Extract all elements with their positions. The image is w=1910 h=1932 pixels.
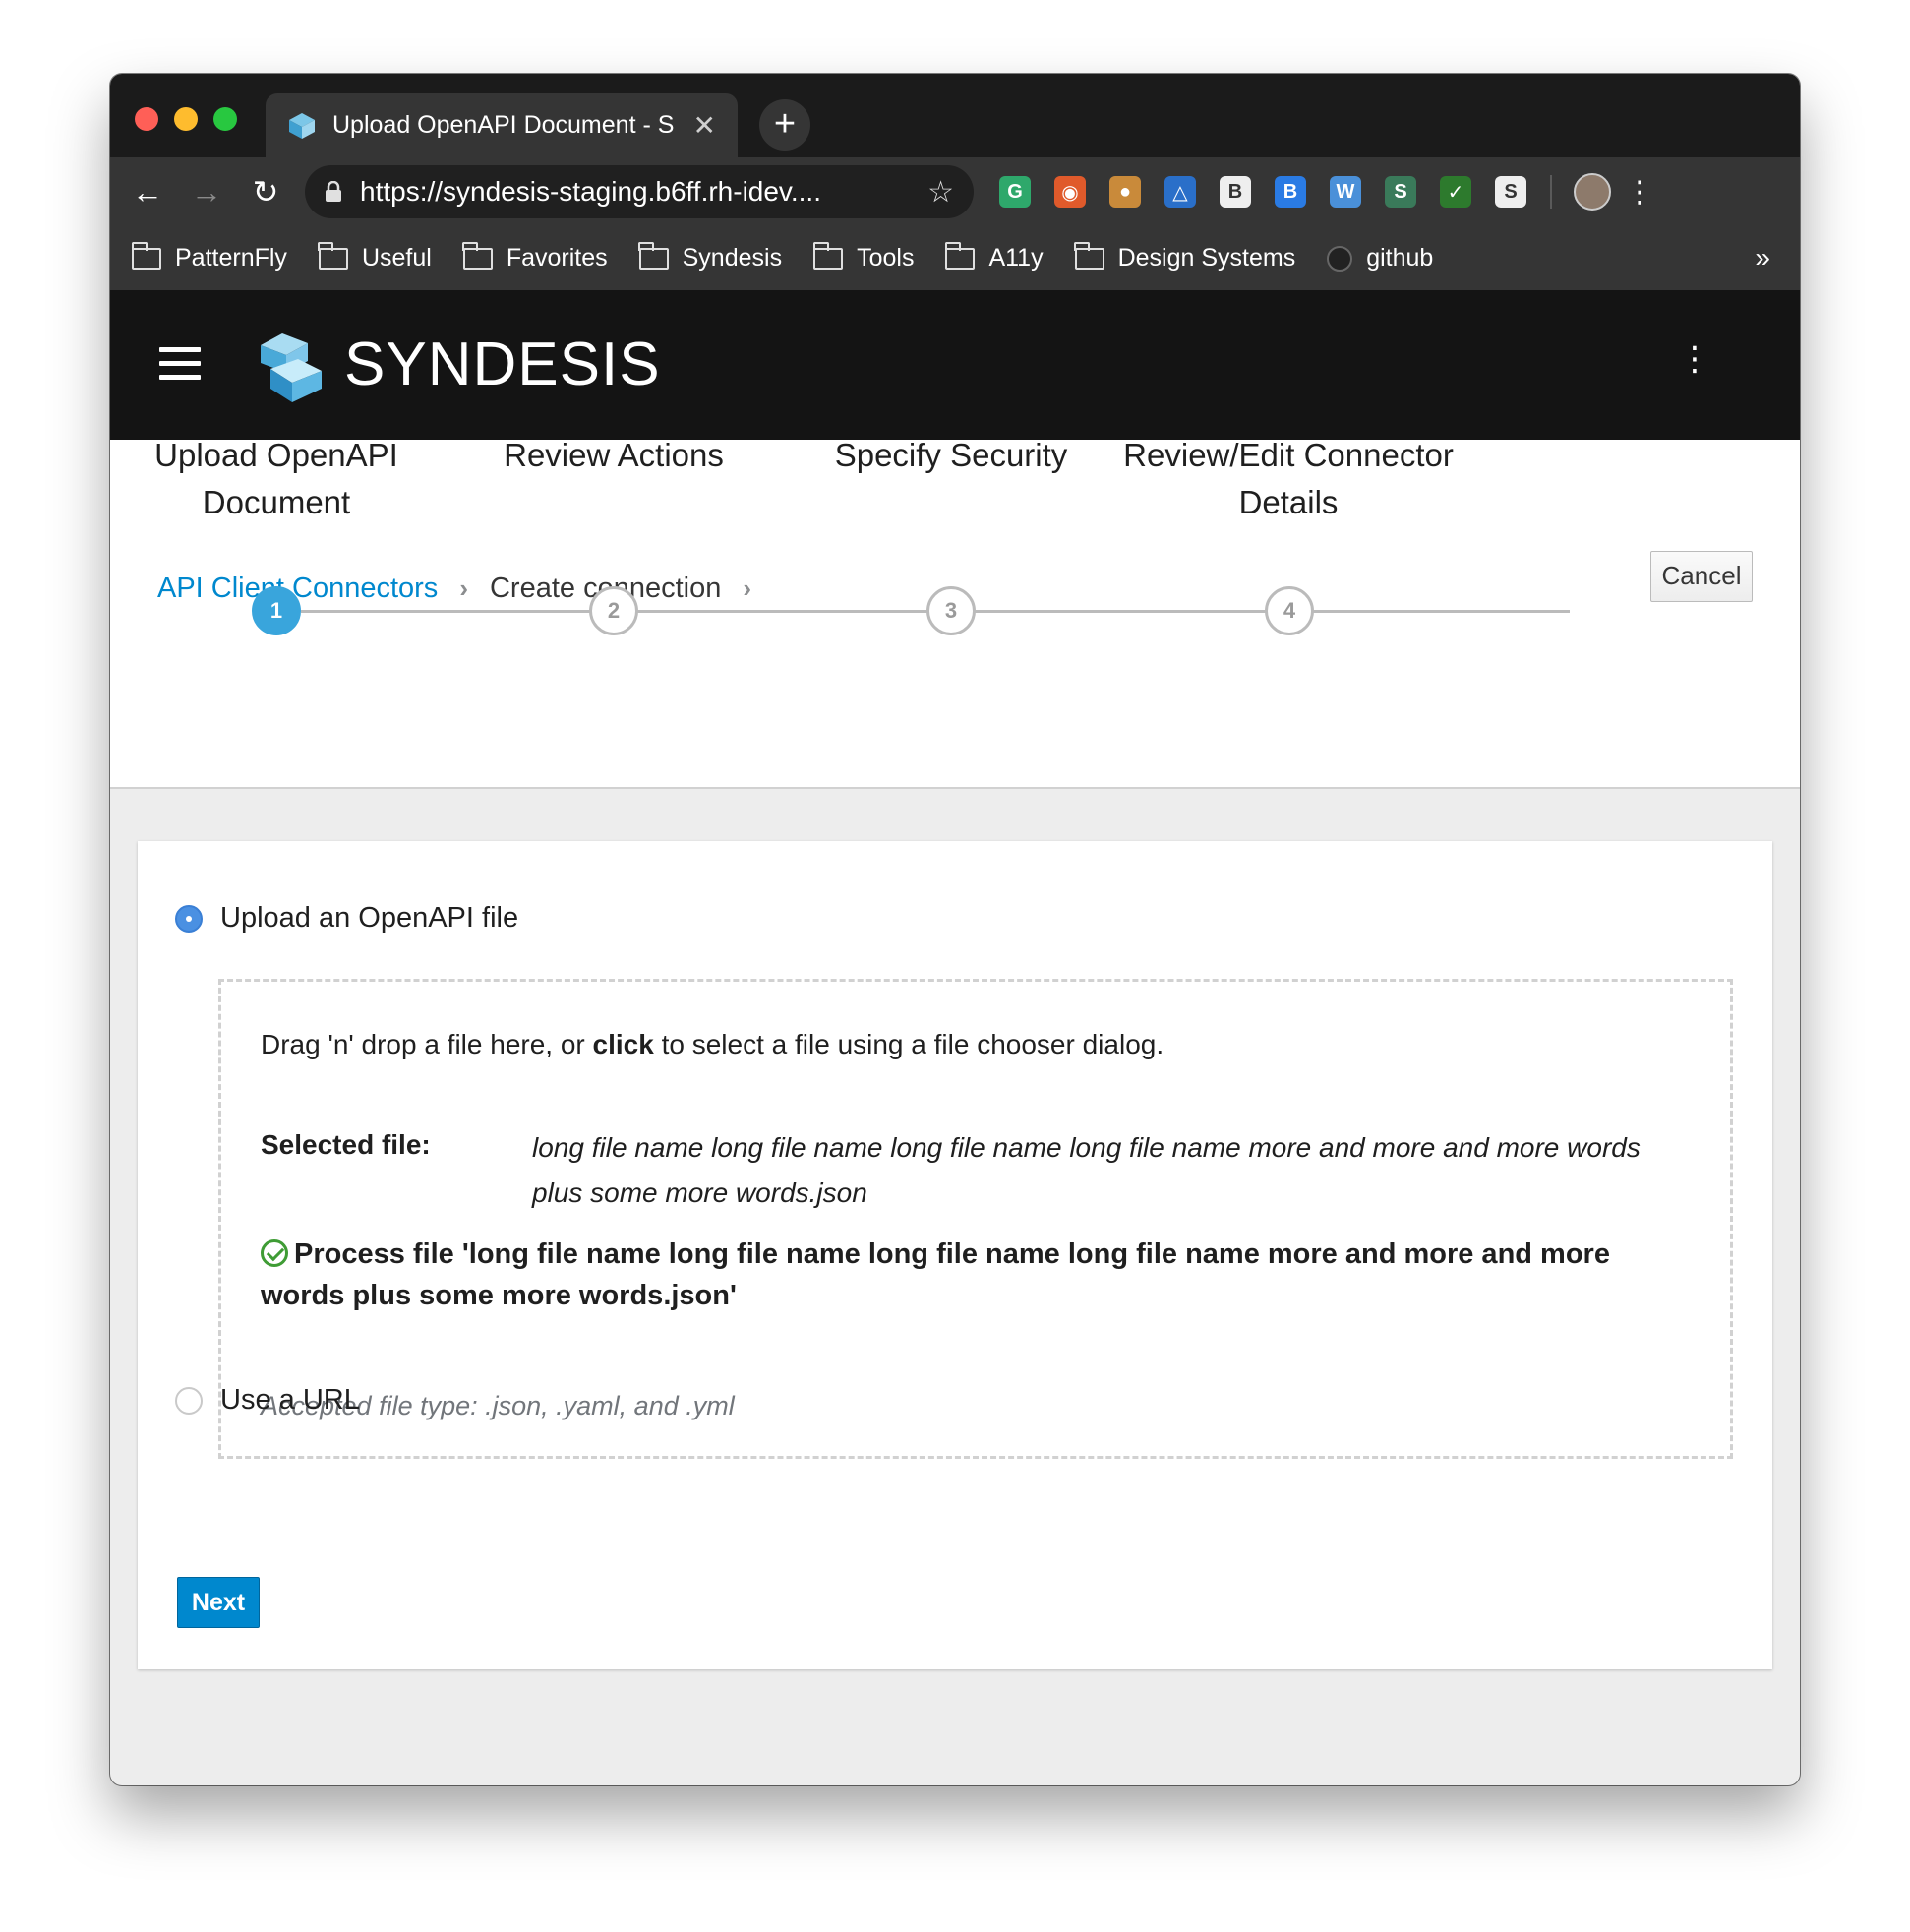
ax-icon[interactable]: △	[1164, 176, 1196, 208]
step-dot-4[interactable]: 4	[1265, 586, 1314, 635]
app-brand: SYNDESIS	[344, 331, 661, 398]
process-file-message: Process file 'long file name long file n…	[261, 1234, 1657, 1316]
step-label-2: Review Actions	[504, 437, 724, 473]
step-label-3: Specify Security	[834, 437, 1068, 473]
app-header: SYNDESIS ⋮	[110, 290, 1800, 440]
lock-icon	[326, 181, 341, 202]
upload-file-label: Upload an OpenAPI file	[220, 902, 519, 934]
bookmark-label: Tools	[857, 244, 915, 272]
use-url-option[interactable]: Use a URL	[175, 1384, 360, 1417]
bookmark-label: Design Systems	[1117, 244, 1296, 272]
s-green-icon[interactable]: S	[1385, 176, 1416, 208]
reload-icon[interactable]: ↻	[236, 173, 295, 211]
step-label-1: Upload OpenAPI Document	[154, 437, 398, 520]
folder-icon	[944, 241, 976, 270]
step-dot-3[interactable]: 3	[926, 586, 976, 635]
dropzone-text-suffix: to select a file using a file chooser di…	[653, 1029, 1164, 1059]
bookmark-syndesis[interactable]: Syndesis	[638, 241, 783, 272]
bi-icon[interactable]: B	[1220, 176, 1251, 208]
syndesis-logo-icon	[261, 333, 322, 402]
bookmark-github[interactable]: github	[1327, 244, 1433, 272]
bookmark-label: Favorites	[506, 244, 608, 272]
workme-icon[interactable]: W	[1330, 176, 1361, 208]
bookmarks-bar: PatternFly Useful Favorites Syndesis Tools A1…	[110, 226, 1800, 290]
bookmark-star-icon[interactable]: ☆	[927, 175, 954, 210]
upload-file-option[interactable]: Upload an OpenAPI file	[175, 902, 518, 935]
color-picker-icon[interactable]: ◉	[1054, 176, 1086, 208]
next-button[interactable]: Next	[177, 1577, 260, 1628]
bookmark-label: Syndesis	[682, 244, 783, 272]
bookmark-label: github	[1366, 244, 1434, 272]
chevron-right-icon: ›	[743, 574, 752, 603]
success-check-icon	[261, 1239, 288, 1267]
upload-card: Upload an OpenAPI file Drag 'n' drop a f…	[138, 841, 1772, 1669]
dropzone-instructions: Drag 'n' drop a file here, or click to s…	[261, 1029, 1164, 1060]
profile-avatar[interactable]	[1574, 173, 1611, 211]
bookmark-patternfly[interactable]: PatternFly	[131, 241, 287, 272]
folder-icon	[1074, 241, 1104, 270]
folder-icon	[812, 241, 844, 270]
back-arrow-icon[interactable]: ←	[118, 174, 177, 211]
file-dropzone[interactable]: Drag 'n' drop a file here, or click to s…	[218, 979, 1733, 1459]
address-bar[interactable]: https://syndesis-staging.b6ff.rh-idev...…	[305, 165, 974, 218]
tab-close-icon[interactable]: ✕	[693, 109, 716, 142]
dropzone-text-prefix: Drag 'n' drop a file here, or	[261, 1029, 593, 1059]
browser-toolbar: ← → ↻ https://syndesis-staging.b6ff.rh-i…	[110, 157, 1800, 226]
github-icon	[1327, 245, 1353, 272]
browser-tab[interactable]: Upload OpenAPI Document - S ✕	[266, 93, 738, 157]
bookmark-label: Useful	[361, 244, 432, 272]
tab-title: Upload OpenAPI Document - S	[332, 111, 675, 139]
process-file-text: Process file 'long file name long file n…	[261, 1238, 1610, 1311]
dropzone-click-text[interactable]: click	[593, 1029, 654, 1059]
bookmark-design-systems[interactable]: Design Systems	[1074, 241, 1296, 272]
upload-file-radio[interactable]	[175, 904, 203, 933]
selected-file-label: Selected file:	[261, 1129, 431, 1160]
checkmark-ext-icon[interactable]: ✓	[1440, 176, 1471, 208]
toolbar-divider	[1550, 175, 1552, 209]
bookmark-label: PatternFly	[175, 244, 287, 272]
zoom-window-button[interactable]	[213, 107, 237, 131]
folder-icon	[638, 241, 669, 270]
browser-menu-icon[interactable]: ⋮	[1625, 175, 1654, 210]
cancel-button[interactable]: Cancel	[1650, 551, 1753, 602]
extensions-bar: G ◉ ● △ B B W S ✓ S	[999, 176, 1526, 208]
selected-file-name: long file name long file name long file …	[532, 1132, 1641, 1208]
new-tab-button[interactable]: +	[759, 99, 810, 151]
bookmark-label: A11y	[988, 244, 1044, 272]
bookmark-useful[interactable]: Useful	[318, 241, 432, 272]
step-dot-2[interactable]: 2	[589, 586, 638, 635]
step-label-4: Review/Edit Connector Details	[1123, 437, 1454, 520]
step-dot-1[interactable]: 1	[252, 586, 301, 635]
bookmark-a11y[interactable]: A11y	[944, 241, 1044, 272]
breadcrumb: API Client Connectors › Create connectio…	[157, 573, 751, 605]
app-kebab-menu-icon[interactable]: ⋮	[1678, 339, 1711, 379]
s-white-icon[interactable]: S	[1495, 176, 1526, 208]
hamburger-menu-icon[interactable]	[159, 347, 201, 381]
bookmark-favorites[interactable]: Favorites	[462, 241, 608, 272]
browser-window: Upload OpenAPI Document - S ✕ + ← → ↻ ht…	[110, 74, 1800, 1785]
use-url-radio[interactable]	[175, 1386, 203, 1415]
folder-icon	[462, 241, 493, 270]
grammarly-icon[interactable]: G	[999, 176, 1031, 208]
forward-arrow-icon[interactable]: →	[177, 174, 236, 211]
folder-icon	[131, 241, 161, 270]
folder-icon	[318, 241, 348, 270]
bookmarks-overflow-icon[interactable]: »	[1755, 242, 1770, 273]
b-video-icon[interactable]: B	[1275, 176, 1306, 208]
cookie-icon[interactable]: ●	[1109, 176, 1141, 208]
close-window-button[interactable]	[135, 107, 158, 131]
syndesis-favicon-icon	[289, 112, 315, 139]
minimize-window-button[interactable]	[174, 107, 198, 131]
tab-strip: Upload OpenAPI Document - S ✕ +	[110, 74, 1800, 157]
url-text: https://syndesis-staging.b6ff.rh-idev...…	[360, 176, 821, 207]
bookmark-tools[interactable]: Tools	[812, 241, 915, 272]
chevron-right-icon: ›	[459, 574, 468, 603]
use-url-label: Use a URL	[220, 1384, 360, 1416]
